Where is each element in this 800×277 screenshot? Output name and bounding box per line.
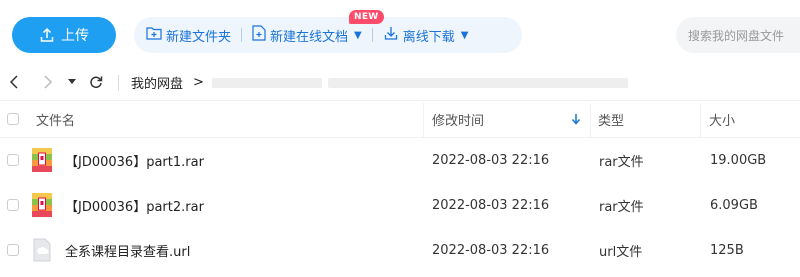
table-row[interactable]: 全系课程目录查看.url 2022-08-03 22:16 url文件 125B bbox=[0, 228, 800, 272]
breadcrumb-separator: > bbox=[193, 74, 204, 90]
new-online-doc-button[interactable]: 新建在线文档 ▼ bbox=[252, 25, 362, 45]
table-header: 文件名 修改时间 类型 大小 bbox=[0, 100, 800, 138]
column-header-type[interactable]: 类型 bbox=[598, 101, 624, 137]
file-type: rar文件 bbox=[599, 154, 644, 170]
column-divider bbox=[700, 103, 701, 137]
breadcrumb-root[interactable]: 我的网盘 bbox=[131, 66, 183, 98]
forward-icon[interactable] bbox=[38, 66, 58, 98]
file-name[interactable]: 【JD00036】part2.rar bbox=[65, 183, 204, 227]
rar-archive-icon bbox=[32, 193, 52, 217]
history-dropdown-icon[interactable] bbox=[64, 66, 80, 98]
file-type: rar文件 bbox=[599, 199, 644, 215]
file-modified: 2022-08-03 22:16 bbox=[432, 197, 550, 213]
toolbar-divider bbox=[241, 28, 243, 42]
upload-icon bbox=[39, 27, 55, 43]
file-modified: 2022-08-03 22:16 bbox=[432, 242, 550, 258]
column-divider bbox=[590, 103, 591, 137]
file-size: 125B bbox=[710, 242, 744, 258]
file-name[interactable]: 全系课程目录查看.url bbox=[65, 228, 190, 272]
url-file-icon bbox=[32, 238, 52, 262]
table-row[interactable]: 【JD00036】part2.rar 2022-08-03 22:16 rar文… bbox=[0, 183, 800, 227]
search-input[interactable]: 搜索我的网盘文件 bbox=[676, 17, 800, 53]
row-checkbox[interactable] bbox=[7, 244, 19, 256]
table-row[interactable]: 【JD00036】part1.rar 2022-08-03 22:16 rar文… bbox=[0, 138, 800, 182]
new-folder-button[interactable]: 新建文件夹 bbox=[146, 26, 231, 45]
file-name[interactable]: 【JD00036】part1.rar bbox=[65, 138, 204, 182]
rar-archive-icon bbox=[32, 148, 52, 172]
breadcrumb-redacted bbox=[328, 78, 628, 88]
nav-divider bbox=[118, 75, 119, 91]
column-header-modified[interactable]: 修改时间 bbox=[432, 101, 484, 137]
file-type: url文件 bbox=[599, 244, 643, 260]
sort-descending-icon[interactable] bbox=[571, 101, 581, 137]
action-group: 新建文件夹 新建在线文档 ▼ 离线下载 ▼ NEW bbox=[134, 10, 522, 53]
new-folder-label: 新建文件夹 bbox=[166, 29, 232, 45]
row-checkbox[interactable] bbox=[7, 154, 19, 166]
upload-label: 上传 bbox=[61, 28, 89, 44]
file-size: 19.00GB bbox=[710, 152, 767, 168]
download-icon bbox=[383, 25, 399, 45]
new-badge: NEW bbox=[349, 10, 384, 24]
upload-button[interactable]: 上传 bbox=[12, 17, 116, 53]
file-size: 6.09GB bbox=[710, 197, 758, 213]
new-online-doc-label: 新建在线文档 bbox=[270, 29, 349, 45]
new-folder-icon bbox=[146, 26, 162, 44]
file-modified: 2022-08-03 22:16 bbox=[432, 152, 550, 168]
navigation-bar: 我的网盘 > bbox=[0, 66, 800, 98]
column-header-size[interactable]: 大小 bbox=[709, 101, 735, 137]
refresh-icon[interactable] bbox=[86, 66, 106, 98]
offline-download-label: 离线下载 bbox=[402, 29, 455, 45]
column-header-name[interactable]: 文件名 bbox=[36, 101, 75, 137]
toolbar-divider bbox=[371, 28, 373, 42]
select-all-checkbox[interactable] bbox=[7, 113, 19, 125]
chevron-down-icon: ▼ bbox=[460, 29, 469, 41]
new-doc-icon bbox=[252, 25, 266, 45]
back-icon[interactable] bbox=[4, 66, 24, 98]
breadcrumb-redacted bbox=[212, 78, 322, 88]
row-checkbox[interactable] bbox=[7, 199, 19, 211]
chevron-down-icon: ▼ bbox=[354, 29, 362, 41]
search-placeholder: 搜索我的网盘文件 bbox=[688, 28, 785, 43]
toolbar: 上传 新建文件夹 新建在线文档 ▼ 离线下载 ▼ NEW 搜索我的网盘文件 bbox=[0, 0, 800, 66]
column-divider bbox=[423, 103, 424, 137]
offline-download-button[interactable]: 离线下载 ▼ bbox=[383, 25, 469, 45]
